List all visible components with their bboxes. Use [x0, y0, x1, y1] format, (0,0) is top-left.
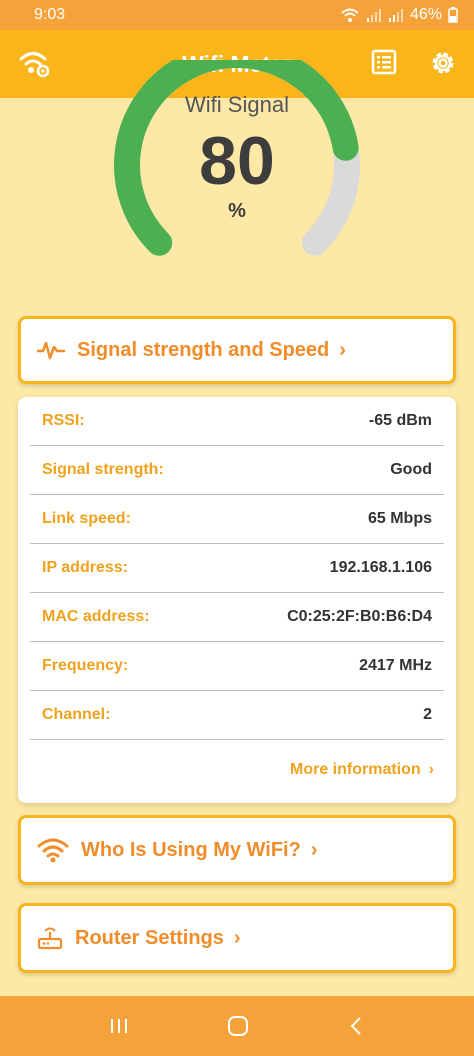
info-value: 2 — [423, 706, 432, 723]
info-key: Channel: — [42, 706, 111, 723]
who-is-using-button[interactable]: Who Is Using My WiFi? › — [18, 815, 456, 885]
signal-speed-button[interactable]: Signal strength and Speed › — [18, 316, 456, 384]
router-icon — [37, 927, 63, 950]
chevron-right-icon: › — [339, 338, 346, 361]
battery-percent: 46% — [409, 6, 442, 23]
wifi-status-icon — [341, 8, 359, 22]
info-row: Channel: 2 — [30, 691, 444, 740]
info-key: Signal strength: — [42, 461, 164, 478]
list-icon[interactable] — [370, 48, 398, 76]
recents-icon[interactable] — [108, 1016, 130, 1036]
more-information-link[interactable]: More information › — [290, 761, 434, 779]
gauge-label: Wifi Signal — [185, 92, 289, 117]
info-rows: RSSI: -65 dBm Signal strength: Good Link spe… — [30, 397, 444, 740]
info-value: -65 dBm — [368, 412, 432, 429]
info-value: 2417 MHz — [359, 657, 432, 674]
status-bar: 9:03 46% — [0, 0, 474, 30]
status-icons: 46% — [340, 6, 458, 24]
info-key: RSSI: — [42, 412, 85, 429]
chevron-right-icon: › — [310, 838, 318, 861]
info-row: Signal strength: Good — [30, 446, 444, 495]
info-row: Link speed: 65 Mbps — [30, 495, 444, 544]
more-information-label: More information — [290, 761, 421, 778]
info-value: 192.168.1.106 — [329, 559, 432, 576]
back-icon[interactable] — [346, 1015, 366, 1037]
status-time: 9:03 — [34, 6, 66, 23]
gauge-value: 80 — [199, 123, 275, 199]
system-nav-bar — [0, 996, 474, 1056]
info-key: MAC address: — [42, 608, 150, 625]
battery-icon — [448, 7, 458, 23]
chevron-right-icon: › — [428, 761, 434, 778]
pulse-icon — [37, 341, 65, 360]
chevron-right-icon: › — [233, 926, 241, 949]
wifi-info-card: RSSI: -65 dBm Signal strength: Good Link spe… — [18, 397, 456, 803]
info-key: IP address: — [42, 559, 128, 576]
info-value: C0:25:2F:B0:B6:D4 — [287, 608, 432, 625]
info-row: RSSI: -65 dBm — [30, 397, 444, 446]
router-settings-label: Router Settings — [75, 926, 224, 949]
gauge-unit: % — [228, 200, 246, 222]
info-key: Frequency: — [42, 657, 129, 674]
signal-status-icon-2 — [388, 9, 403, 22]
info-row: MAC address: C0:25:2F:B0:B6:D4 — [30, 593, 444, 642]
router-settings-button[interactable]: Router Settings › — [18, 903, 456, 973]
info-row: Frequency: 2417 MHz — [30, 642, 444, 691]
info-row: IP address: 192.168.1.106 — [30, 544, 444, 593]
wifi-icon — [37, 838, 69, 863]
info-value: Good — [390, 461, 432, 478]
signal-speed-label: Signal strength and Speed — [77, 338, 330, 361]
home-icon[interactable] — [226, 1014, 250, 1038]
gear-icon[interactable] — [428, 48, 458, 78]
info-key: Link speed: — [42, 510, 131, 527]
who-is-using-label: Who Is Using My WiFi? — [81, 838, 301, 861]
signal-status-icon — [366, 9, 381, 22]
wifi-settings-icon[interactable] — [18, 48, 52, 78]
info-value: 65 Mbps — [367, 510, 432, 527]
